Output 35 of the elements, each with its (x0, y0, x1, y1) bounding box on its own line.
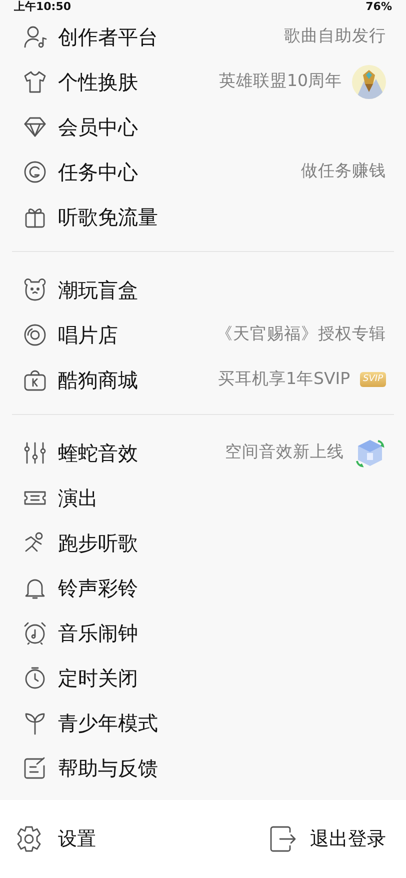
logout-icon (268, 824, 298, 854)
menu-item[interactable]: 音乐闹钟 (0, 610, 406, 655)
logout-button[interactable]: 退出登录 (262, 824, 392, 854)
menu-item[interactable]: 任务中心 做任务赚钱 (0, 149, 406, 194)
coin-icon (22, 158, 48, 184)
bear-icon (22, 276, 48, 302)
menu-item[interactable]: 蝰蛇音效 空间音效新上线 (0, 430, 406, 475)
menu-detail: 买耳机享1年SVIP (218, 368, 350, 390)
svip-badge: SVIP (360, 372, 386, 388)
menu-detail: 歌曲自助发行 (284, 25, 386, 48)
status-time: 上午10:50 (14, 0, 72, 14)
menu-item[interactable]: 定时关闭 (0, 655, 406, 700)
menu-item[interactable]: 铃声彩铃 (0, 565, 406, 610)
menu-item[interactable]: 个性换肤 英雄联盟10周年 (0, 59, 406, 104)
menu-item[interactable]: 跑步听歌 (0, 520, 406, 565)
disc-icon (22, 322, 48, 348)
battery-level: 76% (366, 0, 392, 14)
menu-item[interactable]: 会员中心 (0, 104, 406, 149)
menu-detail: 英雄联盟10周年 (219, 70, 342, 92)
menu-item[interactable]: 听歌免流量 (0, 194, 406, 239)
shirt-icon (22, 68, 48, 94)
menu-detail: 做任务赚钱 (301, 160, 386, 182)
menu-item[interactable]: 演出 (0, 475, 406, 520)
menu-item[interactable]: 帮助与反馈 (0, 745, 406, 790)
settings-button[interactable]: 设置 (8, 824, 102, 854)
menu-detail: 空间音效新上线 (225, 441, 344, 464)
alarm-clock-icon (22, 620, 48, 646)
person-music-icon (22, 24, 48, 50)
menu-item[interactable]: 创作者平台 歌曲自助发行 (0, 14, 406, 59)
menu-item[interactable]: 唱片店 《天官赐福》授权专辑 (0, 312, 406, 357)
menu-item[interactable]: 潮玩盲盒 (0, 267, 406, 312)
menu-detail: 《天官赐福》授权专辑 (216, 323, 386, 346)
sliders-icon (22, 440, 48, 466)
menu-item[interactable]: 酷狗商城 买耳机享1年SVIP SVIP (0, 357, 406, 402)
menu-item[interactable]: 青少年模式 (0, 700, 406, 745)
